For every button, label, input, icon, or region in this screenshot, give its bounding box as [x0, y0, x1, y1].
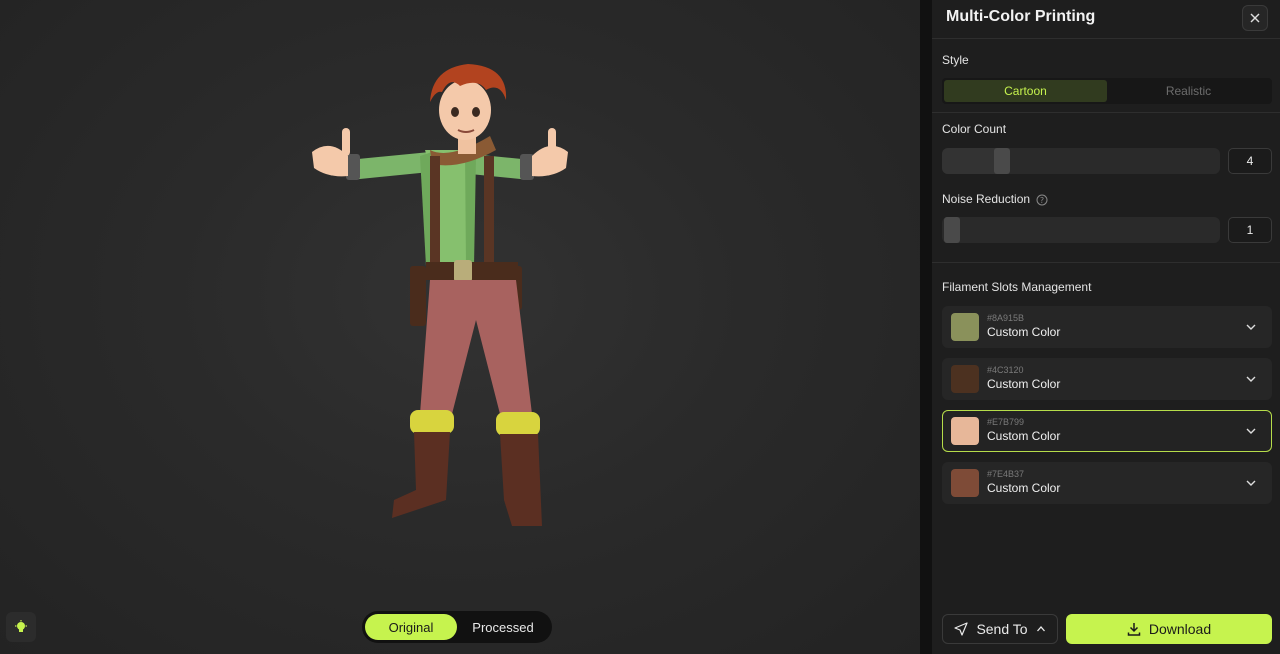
color-swatch: [951, 313, 979, 341]
slot-hex: #7E4B37: [987, 469, 1025, 479]
style-label: Style: [942, 53, 969, 67]
slot-hex: #8A915B: [987, 313, 1025, 323]
character-model: [312, 64, 568, 526]
filament-slot-4[interactable]: #7E4B37 Custom Color: [942, 462, 1272, 504]
filament-slot-2[interactable]: #4C3120 Custom Color: [942, 358, 1272, 400]
close-icon: [1250, 13, 1260, 23]
noise-reduction-slider[interactable]: [942, 217, 1220, 243]
filament-slot-1[interactable]: #8A915B Custom Color: [942, 306, 1272, 348]
lightbulb-icon: [15, 620, 27, 632]
help-circle-icon[interactable]: ?: [1036, 194, 1048, 206]
close-button[interactable]: [1242, 5, 1268, 31]
send-icon: [954, 622, 969, 636]
chevron-down-icon: [1246, 376, 1256, 382]
settings-panel: Multi-Color Printing Style Cartoon Reali…: [932, 0, 1280, 654]
download-label: Download: [1148, 621, 1212, 637]
chevron-down-icon: [1246, 480, 1256, 486]
model-viewport[interactable]: Original Processed: [0, 0, 920, 654]
lighting-button[interactable]: [6, 612, 36, 642]
slider-thumb[interactable]: [994, 148, 1010, 174]
noise-reduction-label: Noise Reduction?: [942, 192, 1048, 206]
color-count-label: Color Count: [942, 122, 1007, 136]
panel-divider[interactable]: [920, 0, 932, 654]
divider: [932, 38, 1280, 39]
divider: [932, 262, 1280, 263]
toggle-original[interactable]: Original: [365, 614, 457, 640]
view-mode-toggle: Original Processed: [362, 611, 552, 643]
color-swatch: [951, 365, 979, 393]
send-to-button[interactable]: Send To: [942, 614, 1058, 644]
filament-slot-3[interactable]: #E7B799 Custom Color: [942, 410, 1272, 452]
style-cartoon[interactable]: Cartoon: [944, 80, 1107, 102]
style-toggle: Cartoon Realistic: [942, 78, 1272, 104]
slot-hex: #4C3120: [987, 365, 1024, 375]
noise-reduction-value[interactable]: 1: [1228, 217, 1272, 243]
color-swatch: [951, 417, 979, 445]
slider-thumb[interactable]: [944, 217, 960, 243]
send-to-label: Send To: [976, 621, 1028, 637]
noise-reduction-text: Noise Reduction: [942, 192, 1031, 206]
slot-name: Custom Color: [987, 377, 1061, 391]
toggle-processed[interactable]: Processed: [457, 614, 549, 640]
download-icon: [1127, 623, 1141, 636]
chevron-up-icon: [1036, 626, 1045, 632]
style-realistic[interactable]: Realistic: [1107, 80, 1270, 102]
color-count-slider[interactable]: [942, 148, 1220, 174]
slot-hex: #E7B799: [987, 417, 1025, 427]
download-button[interactable]: Download: [1066, 614, 1272, 644]
slider-fill: [942, 148, 1002, 174]
divider: [932, 112, 1280, 113]
svg-text:?: ?: [1040, 196, 1044, 205]
panel-title: Multi-Color Printing: [946, 8, 1096, 25]
filament-label: Filament Slots Management: [942, 280, 1092, 294]
chevron-down-icon: [1246, 324, 1256, 330]
slot-name: Custom Color: [987, 325, 1061, 339]
slot-name: Custom Color: [987, 429, 1061, 443]
color-count-value[interactable]: 4: [1228, 148, 1272, 174]
color-swatch: [951, 469, 979, 497]
slot-name: Custom Color: [987, 481, 1061, 495]
chevron-down-icon: [1246, 428, 1256, 434]
